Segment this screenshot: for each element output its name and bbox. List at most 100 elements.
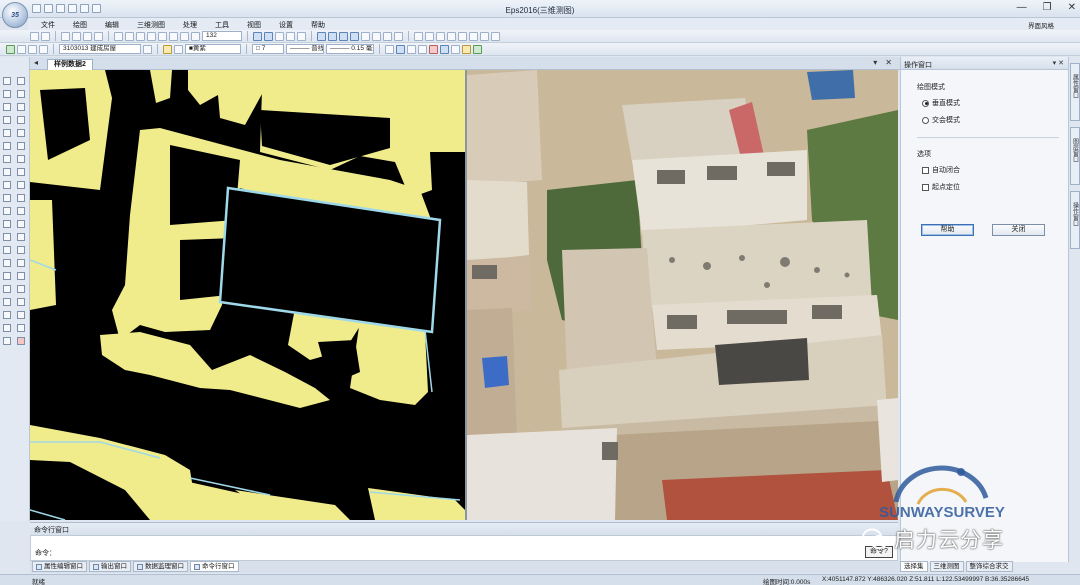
window-list-icon[interactable] [297,31,306,41]
tab-operation-window[interactable]: 操作窗口 [1070,191,1080,249]
move-tool-icon[interactable] [17,103,25,111]
radio-interactive-dot[interactable] [922,116,929,124]
menu-view[interactable]: 视图 [238,18,270,30]
layer-lock-icon[interactable] [174,44,183,54]
layer-visible-icon[interactable] [163,44,172,54]
tile-view-icon[interactable] [286,31,295,41]
stretch-tool-icon[interactable] [3,298,11,306]
list-icon[interactable] [418,44,427,54]
close-panel-button[interactable]: 关闭 [992,224,1045,236]
tab-scroll-icon[interactable]: ◂ [34,58,38,67]
checkbox-start-locate-box[interactable] [922,183,929,191]
arc-tool-icon[interactable] [3,142,11,150]
text-tool-icon[interactable] [3,168,11,176]
3d-model-icon[interactable] [317,31,326,41]
front-view-icon[interactable] [372,31,381,41]
scale-tool-icon[interactable] [3,285,11,293]
extend-tool-icon[interactable] [3,233,11,241]
snap-mid-icon[interactable] [447,31,456,41]
redo-icon[interactable] [41,31,50,41]
layer-filter-icon[interactable] [39,44,48,54]
tab-sample-data-2[interactable]: 样例数据2 [47,59,93,70]
angle-tool-icon[interactable] [17,246,25,254]
split-view-icon[interactable] [264,31,273,41]
tab-3d-mapping[interactable]: 三维测图 [929,561,964,572]
help-button[interactable]: 帮助 [921,224,974,236]
join-tool-icon[interactable] [3,259,11,267]
code-picker-icon[interactable] [143,44,152,54]
line-style-combo[interactable]: ——— 普线 [286,44,324,54]
tab-command-line[interactable]: 命令行窗口 [190,561,239,572]
tab-finishing-intersect[interactable]: 整饰综合求交 [965,561,1013,572]
snap-toggle-icon[interactable] [491,31,500,41]
check-icon[interactable] [429,44,438,54]
zoom-out-icon[interactable] [125,31,134,41]
menu-tools[interactable]: 工具 [206,18,238,30]
fillet-tool-icon[interactable] [3,311,11,319]
tab-layers-window[interactable]: 图层窗口 [1070,127,1080,185]
globe-tool-icon[interactable] [17,337,25,345]
paste-icon[interactable] [83,31,92,41]
dimension-tool-icon[interactable] [17,233,25,241]
line-width-combo[interactable]: ——— 0.15 毫米 [326,44,374,54]
array-tool-icon[interactable] [17,181,25,189]
cut-icon[interactable] [61,31,70,41]
chamfer-tool-icon[interactable] [3,324,11,332]
brush-tool-icon[interactable] [17,324,25,332]
tab-attribute-edit[interactable]: 属性编辑窗口 [32,561,87,572]
spline-tool-icon[interactable] [17,155,25,163]
ui-style-menu[interactable]: 界面风格 [1028,20,1054,30]
menu-process[interactable]: 处理 [174,18,206,30]
vector-map-view[interactable] [30,70,465,520]
command-input-area[interactable]: 命令： [30,535,898,561]
snap-near-icon[interactable] [480,31,489,41]
refresh-icon[interactable] [169,31,178,41]
zoom-combo[interactable]: 132 [202,31,242,41]
undo-icon[interactable] [30,31,39,41]
checkbox-auto-close[interactable]: 自动闭合 [922,165,960,175]
operation-panel-controls[interactable]: ▾ ✕ [1053,59,1064,67]
match-properties-icon[interactable] [451,44,460,54]
measure-icon[interactable] [407,44,416,54]
close-document-button[interactable]: ✕ [885,58,892,67]
layout-view-icon[interactable] [275,31,284,41]
point-tool-icon[interactable] [3,155,11,163]
photo-view-icon[interactable] [328,31,337,41]
symbol-tool-icon[interactable] [17,285,25,293]
tab-properties-window[interactable]: 属性窗口 [1070,63,1080,121]
restore-button[interactable]: ❐ [1043,2,1052,13]
pan-icon[interactable] [147,31,156,41]
layer-tool-icon[interactable] [17,77,25,85]
target-tool-icon[interactable] [17,220,25,228]
tab-data-supervision[interactable]: 数据监理窗口 [133,561,188,572]
ortho-view-icon[interactable] [339,31,348,41]
line-tool-icon[interactable] [3,90,11,98]
layer-previous-icon[interactable] [28,44,37,54]
grid-tool-icon[interactable] [17,311,25,319]
select-tool-icon[interactable] [3,77,11,85]
rotate-view-icon[interactable] [394,31,403,41]
divide-tool-icon[interactable] [17,168,25,176]
line-weight-combo[interactable]: □ 7 [252,44,284,54]
zoom-window-icon[interactable] [136,31,145,41]
table-tool-icon[interactable] [17,207,25,215]
checkbox-auto-close-box[interactable] [922,166,929,174]
circle-tool-icon[interactable] [3,129,11,137]
mirror-tool-icon[interactable] [3,207,11,215]
zoom-previous-icon[interactable] [180,31,189,41]
top-view-icon[interactable] [361,31,370,41]
delete-icon[interactable] [94,31,103,41]
menu-file[interactable]: 文件 [32,18,64,30]
trim-tool-icon[interactable] [3,220,11,228]
zoom-extents-icon[interactable] [158,31,167,41]
image-tool-icon[interactable] [17,298,25,306]
polygon-tool-icon[interactable] [3,116,11,124]
copy-icon[interactable] [72,31,81,41]
annotation-icon[interactable] [462,44,471,54]
layer-manager-icon[interactable] [6,44,15,54]
node-tool-icon[interactable] [17,129,25,137]
menu-3d-mapping[interactable]: 三维测图 [128,18,174,30]
rotate-tool-icon[interactable] [3,272,11,280]
layer-state-icon[interactable] [17,44,26,54]
hatch-tool-icon[interactable] [3,181,11,189]
